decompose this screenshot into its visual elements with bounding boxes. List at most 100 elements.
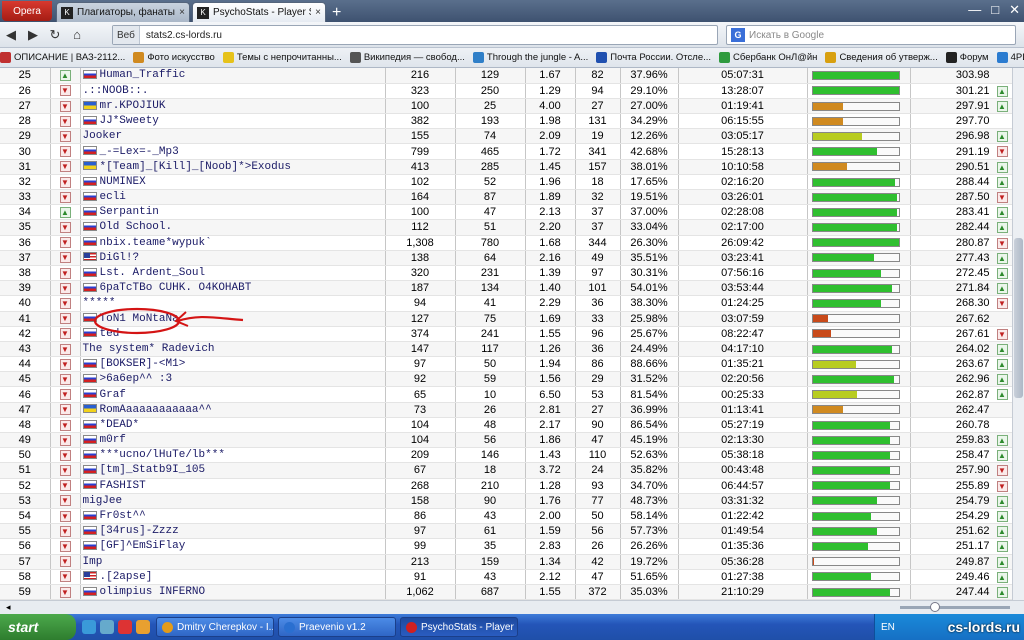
bookmark-item[interactable]: Википедия — свобод...	[349, 52, 465, 63]
player-name-link[interactable]: Imp	[83, 556, 103, 568]
player-name-link[interactable]: Fr0st^^	[100, 510, 146, 522]
close-tab-icon[interactable]: ×	[315, 7, 321, 18]
player-name-link[interactable]: Old School.	[100, 221, 173, 233]
table-row[interactable]: 59 ▼ olimpius INFERNO 1,062 687 1.55 372 35.03%…	[0, 584, 1012, 600]
player-name-link[interactable]: *****	[83, 297, 116, 309]
close-icon[interactable]: ✕	[1009, 2, 1020, 18]
search-input[interactable]: G Искать в Google	[726, 25, 1016, 45]
address-field[interactable]: Веб stats2.cs-lords.ru	[112, 25, 718, 45]
table-row[interactable]: 55 ▼ [34rus]-Zzzz 97 61 1.59 56 57.73% 01:49:54 2…	[0, 523, 1012, 540]
table-row[interactable]: 29 ▼ Jooker 155 74 2.09 19 12.26% 03:05:17 296.98…	[0, 128, 1012, 145]
new-tab-button[interactable]: +	[332, 4, 341, 22]
ie-icon[interactable]	[82, 620, 96, 634]
player-name-link[interactable]: ted	[100, 328, 120, 340]
player-name-link[interactable]: Serpantin	[100, 206, 159, 218]
player-name-link[interactable]: nbix.teame*wypuk`	[100, 237, 212, 249]
tab-plagiators[interactable]: K Плагиаторы, фанаты, ... ×	[56, 2, 190, 22]
player-name-link[interactable]: 6paTcTBo CUHK. O4KOHABT	[100, 282, 252, 294]
player-name-link[interactable]: DiGl!?	[100, 252, 140, 264]
desktop-icon[interactable]	[100, 620, 114, 634]
firefox-icon[interactable]	[136, 620, 150, 634]
bookmark-item[interactable]: Темы с непрочитанны...	[222, 52, 342, 63]
player-name-link[interactable]: ***ucno/lHuTe/lb***	[100, 449, 225, 461]
table-row[interactable]: 25 ▲ Human_Traffic 216 129 1.67 82 37.96% 05:07:…	[0, 68, 1012, 84]
player-name-link[interactable]: Jooker	[83, 130, 123, 142]
table-row[interactable]: 35 ▼ Old School. 112 51 2.20 37 33.04% 02:17:00 2…	[0, 219, 1012, 236]
reload-icon[interactable]: ↻	[44, 27, 66, 43]
player-name-link[interactable]: mr.KPOJIUK	[100, 100, 166, 112]
table-row[interactable]: 45 ▼ >6a6ep^^ :3 92 59 1.56 29 31.52% 02:20:56 26…	[0, 371, 1012, 388]
start-button[interactable]: start	[0, 614, 76, 640]
taskbar-button[interactable]: PsychoStats - Player ...	[400, 617, 518, 637]
language-indicator[interactable]: EN	[881, 622, 895, 633]
bookmark-item[interactable]: Почта России. Отсле...	[596, 52, 711, 63]
bookmark-item[interactable]: Сбербанк ОнЛ@йн	[719, 52, 817, 63]
table-row[interactable]: 51 ▼ [tm]_Statb9I_105 67 18 3.72 24 35.82% 00:43…	[0, 462, 1012, 479]
player-name-link[interactable]: m0rf	[100, 434, 126, 446]
player-name-link[interactable]: *DEAD*	[100, 419, 140, 431]
table-row[interactable]: 57 ▼ Imp 213 159 1.34 42 19.72% 05:36:28 249.87 ▲	[0, 554, 1012, 570]
zoom-slider[interactable]	[900, 602, 1010, 612]
player-name-link[interactable]: .::NOOB::.	[83, 85, 149, 97]
player-name-link[interactable]: _-=Lex=-_Mp3	[100, 146, 179, 158]
table-row[interactable]: 54 ▼ Fr0st^^ 86 43 2.00 50 58.14% 01:22:42 254.29…	[0, 508, 1012, 525]
player-name-link[interactable]: The system* Radevich	[83, 343, 215, 355]
player-name-link[interactable]: [BOKSER]-<M1>	[100, 358, 186, 370]
table-row[interactable]: 31 ▼ *[Team]_[Kill]_[Noob]*>Exodus 413 285 1.…	[0, 159, 1012, 175]
table-row[interactable]: 36 ▼ nbix.teame*wypuk` 1,308 780 1.68 344 26.30…	[0, 235, 1012, 251]
table-row[interactable]: 44 ▼ [BOKSER]-<M1> 97 50 1.94 86 88.66% 01:35:21…	[0, 356, 1012, 373]
table-row[interactable]: 34 ▲ Serpantin 100 47 2.13 37 37.00% 02:28:08 283…	[0, 204, 1012, 221]
scrollbar-thumb[interactable]	[1014, 238, 1023, 398]
player-name-link[interactable]: >6a6ep^^ :3	[100, 373, 173, 385]
player-name-link[interactable]: RomAaaaaaaaaaaa^^	[100, 404, 212, 416]
table-row[interactable]: 48 ▼ *DEAD* 104 48 2.17 90 86.54% 05:27:19 260.78	[0, 417, 1012, 434]
table-row[interactable]: 47 ▼ RomAaaaaaaaaaaa^^ 73 26 2.81 27 36.99% 01:1…	[0, 402, 1012, 418]
player-name-link[interactable]: olimpius INFERNO	[100, 586, 206, 598]
table-row[interactable]: 26 ▼ .::NOOB::. 323 250 1.29 94 29.10% 13:28:07 3…	[0, 83, 1012, 99]
back-icon[interactable]: ◀	[0, 27, 22, 43]
url-text[interactable]: stats2.cs-lords.ru	[140, 30, 222, 41]
bookmark-item[interactable]: Форум	[945, 52, 989, 63]
player-name-link[interactable]: [34rus]-Zzzz	[100, 525, 179, 537]
table-row[interactable]: 40 ▼ ***** 94 41 2.29 36 38.30% 01:24:25 268.30 ▼	[0, 295, 1012, 312]
player-name-link[interactable]: JJ*Sweety	[100, 115, 159, 127]
opera-menu-button[interactable]: Opera	[2, 1, 52, 21]
table-row[interactable]: 49 ▼ m0rf 104 56 1.86 47 45.19% 02:13:30 259.83 ▲	[0, 432, 1012, 449]
table-row[interactable]: 56 ▼ [GF]^EmSiFlay 99 35 2.83 26 26.26% 01:35:36…	[0, 538, 1012, 555]
table-row[interactable]: 52 ▼ FASHIST 268 210 1.28 93 34.70% 06:44:57 255.…	[0, 478, 1012, 494]
bookmark-item[interactable]: Фото искусство	[133, 52, 215, 63]
table-row[interactable]: 53 ▼ migJee 158 90 1.76 77 48.73% 03:31:32 254.79…	[0, 493, 1012, 509]
player-name-link[interactable]: .[2apse]	[100, 571, 153, 583]
player-name-link[interactable]: ecli	[100, 191, 126, 203]
table-row[interactable]: 39 ▼ 6paTcTBo CUHK. O4KOHABT 187 134 1.40 101 5…	[0, 280, 1012, 297]
home-icon[interactable]: ⌂	[66, 27, 88, 42]
player-name-link[interactable]: *[Team]_[Kill]_[Noob]*>Exodus	[100, 161, 291, 173]
bookmark-item[interactable]: Сведения об утверж...	[825, 52, 938, 63]
table-row[interactable]: 37 ▼ DiGl!? 138 64 2.16 49 35.51% 03:23:41 277.43…	[0, 250, 1012, 266]
vertical-scrollbar[interactable]	[1012, 68, 1024, 600]
player-name-link[interactable]: Lst. Ardent_Soul	[100, 267, 206, 279]
player-name-link[interactable]: NUMINEX	[100, 176, 146, 188]
table-row[interactable]: 33 ▼ ecli 164 87 1.89 32 19.51% 03:26:01 287.50 ▼	[0, 189, 1012, 206]
table-row[interactable]: 30 ▼ _-=Lex=-_Mp3 799 465 1.72 341 42.68% 15:28:…	[0, 143, 1012, 160]
table-row[interactable]: 43 ▼ The system* Radevich 147 117 1.26 36 24.49…	[0, 341, 1012, 358]
bookmark-item[interactable]: Through the jungle - A...	[472, 52, 588, 63]
player-name-link[interactable]: Graf	[100, 389, 126, 401]
close-tab-icon[interactable]: ×	[179, 7, 185, 18]
taskbar-button[interactable]: Dmitry Cherepkov - I...	[156, 617, 274, 637]
bookmark-item[interactable]: 4PDA	[996, 52, 1024, 63]
player-name-link[interactable]: migJee	[83, 495, 123, 507]
player-name-link[interactable]: FASHIST	[100, 480, 146, 492]
table-row[interactable]: 41 ▼ ToN1 MoNtaNa 127 75 1.69 33 25.98% 03:07:59…	[0, 311, 1012, 327]
forward-icon[interactable]: ▶	[22, 27, 44, 43]
table-row[interactable]: 42 ▼ ted 374 241 1.55 96 25.67% 08:22:47 267.61 ▼	[0, 326, 1012, 342]
table-row[interactable]: 58 ▼ .[2apse] 91 43 2.12 47 51.65% 01:27:38 249.4…	[0, 569, 1012, 585]
zoom-slider-knob[interactable]	[930, 602, 940, 612]
opera-icon[interactable]	[118, 620, 132, 634]
player-name-link[interactable]: Human_Traffic	[100, 69, 186, 81]
player-name-link[interactable]: [tm]_Statb9I_105	[100, 464, 206, 476]
player-name-link[interactable]: [GF]^EmSiFlay	[100, 540, 186, 552]
bookmark-item[interactable]: ОПИСАНИЕ | ВАЗ-2112...	[0, 52, 125, 63]
table-row[interactable]: 32 ▼ NUMINEX 102 52 1.96 18 17.65% 02:16:20 288.4…	[0, 174, 1012, 191]
table-row[interactable]: 27 ▼ mr.KPOJIUK 100 25 4.00 27 27.00% 01:19:41 29…	[0, 98, 1012, 115]
